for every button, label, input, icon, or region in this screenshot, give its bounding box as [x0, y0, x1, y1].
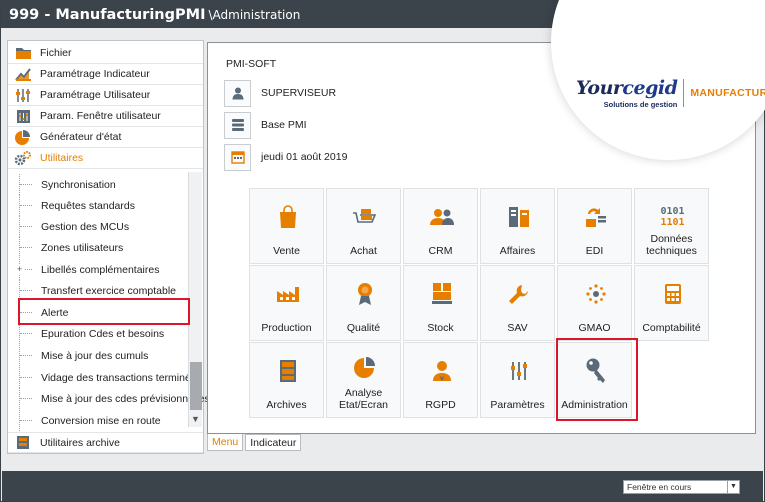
pallet-icon	[404, 280, 479, 308]
sidebar-item-parametrage-utilisateur[interactable]: Paramétrage Utilisateur	[8, 85, 203, 106]
subitem-zones-utilisateurs[interactable]: Zones utilisateurs	[18, 237, 193, 258]
tile-archives[interactable]: Archives	[249, 342, 324, 418]
sliders-icon	[481, 357, 556, 385]
database-row: Base PMI	[224, 111, 307, 139]
tab-menu[interactable]: Menu	[207, 434, 244, 451]
logo-brand-a: Your	[576, 77, 623, 99]
tile-donnees-techniques[interactable]: 0101 1101 Données techniques	[634, 188, 709, 264]
tile-production[interactable]: Production	[249, 265, 324, 341]
logo-product: MANUFACTURING	[690, 87, 765, 99]
sidebar-item-param-fenetre[interactable]: Param. Fenêtre utilisateur	[8, 106, 203, 127]
tile-gmao[interactable]: GMAO	[557, 265, 632, 341]
subitem-libelles-complementaires[interactable]: + Libellés complémentaires	[15, 259, 193, 280]
tile-rgpd[interactable]: RGPD	[403, 342, 478, 418]
tile-sav[interactable]: SAV	[480, 265, 555, 341]
app-window: 999 - ManufacturingPMI \Administration ✉…	[0, 0, 765, 502]
factory-icon	[250, 280, 325, 308]
tile-parametres[interactable]: Paramètres	[480, 342, 555, 418]
key-icon	[558, 357, 633, 385]
tile-analyse-etat-ecran[interactable]: Analyse Etat/Ecran	[326, 342, 401, 418]
logo-brand-b: cegid	[622, 77, 678, 99]
exchange-icon	[558, 203, 633, 231]
subitem-transfert-exercice[interactable]: Transfert exercice comptable	[18, 280, 193, 301]
subitem-epuration-cdes[interactable]: Epuration Cdes et besoins	[18, 323, 193, 344]
company-logo: Yourcegid Solutions de gestion MANUFACTU…	[576, 77, 765, 109]
maintenance-icon	[558, 280, 633, 308]
subitem-alerte[interactable]: Alerte	[18, 302, 193, 323]
files-icon	[481, 203, 556, 231]
sidebar-item-parametrage-indicateur[interactable]: Paramétrage Indicateur	[8, 64, 203, 85]
calendar-icon	[224, 143, 251, 171]
user-name: SUPERVISEUR	[261, 87, 337, 99]
wrench-icon	[481, 280, 556, 308]
subitem-gestion-mcus[interactable]: Gestion des MCUs	[18, 216, 193, 237]
sidebar-item-utilitaires-archive[interactable]: Utilitaires archive	[8, 432, 203, 453]
folder-icon	[14, 45, 32, 61]
shopping-bag-icon	[250, 203, 325, 231]
cabinet-icon	[250, 357, 325, 385]
company-name: PMI-SOFT	[226, 58, 277, 70]
logo-separator	[683, 79, 685, 107]
pie-chart-icon	[327, 353, 402, 381]
pie-chart-icon	[14, 129, 32, 145]
window-settings-icon	[14, 108, 32, 124]
subitem-vidage-transactions[interactable]: Vidage des transactions terminées	[18, 367, 202, 388]
tile-vente[interactable]: Vente	[249, 188, 324, 264]
sliders-icon	[14, 87, 32, 103]
cart-icon	[327, 203, 402, 231]
calculator-icon	[635, 280, 710, 308]
tile-comptabilite[interactable]: Comptabilité	[634, 265, 709, 341]
sidebar-item-fichier[interactable]: Fichier	[8, 43, 203, 64]
user-row: SUPERVISEUR	[224, 79, 336, 107]
sidebar-item-utilitaires[interactable]: Utilitaires	[8, 148, 203, 169]
scroll-thumb[interactable]	[190, 362, 202, 410]
status-bar: Fenêtre en cours ▼	[2, 471, 763, 501]
app-title: 999 - ManufacturingPMI	[9, 6, 206, 23]
scroll-down-arrow-icon[interactable]: ▼	[189, 411, 202, 427]
logo-tagline: Solutions de gestion	[603, 100, 678, 109]
database-icon	[224, 111, 251, 139]
archive-icon	[14, 435, 32, 451]
tab-indicateur[interactable]: Indicateur	[245, 434, 302, 451]
window-path: \Administration	[208, 7, 301, 22]
user-shield-icon	[404, 357, 479, 385]
expand-plus-icon[interactable]: +	[15, 265, 24, 274]
sidebar-item-generateur-etat[interactable]: Générateur d'état	[8, 127, 203, 148]
tile-affaires[interactable]: Affaires	[480, 188, 555, 264]
users-icon	[404, 203, 479, 231]
window-select[interactable]: Fenêtre en cours ▼	[623, 480, 740, 494]
tile-administration[interactable]: Administration	[557, 342, 632, 418]
tile-edi[interactable]: EDI	[557, 188, 632, 264]
tile-achat[interactable]: Achat	[326, 188, 401, 264]
tile-qualite[interactable]: Qualité	[326, 265, 401, 341]
chart-icon	[14, 66, 32, 82]
database-name: Base PMI	[261, 119, 307, 131]
subitem-mise-a-jour-cumuls[interactable]: Mise à jour des cumuls	[18, 345, 193, 366]
subitem-mise-a-jour-cdes-prev[interactable]: Mise à jour des cdes prévisionnelles	[18, 388, 210, 409]
subitem-conversion-mise-en-route[interactable]: Conversion mise en route	[18, 410, 193, 431]
gears-icon	[14, 150, 32, 166]
chevron-down-icon[interactable]: ▼	[727, 481, 739, 493]
award-icon	[327, 280, 402, 308]
user-icon	[224, 79, 251, 107]
date-row: jeudi 01 août 2019	[224, 143, 347, 171]
subitem-requetes-standards[interactable]: Requêtes standards	[18, 195, 193, 216]
sidebar-scrollbar[interactable]: ▼	[188, 172, 202, 427]
tile-stock[interactable]: Stock	[403, 265, 478, 341]
tile-crm[interactable]: CRM	[403, 188, 478, 264]
binary-icon: 0101 1101	[660, 206, 685, 228]
bottom-tabs: Menu Indicateur	[207, 434, 302, 452]
current-date: jeudi 01 août 2019	[261, 151, 348, 163]
subitem-synchronisation[interactable]: Synchronisation	[18, 174, 193, 195]
sidebar: Fichier Paramétrage Indicateur Paramétra…	[7, 40, 210, 454]
